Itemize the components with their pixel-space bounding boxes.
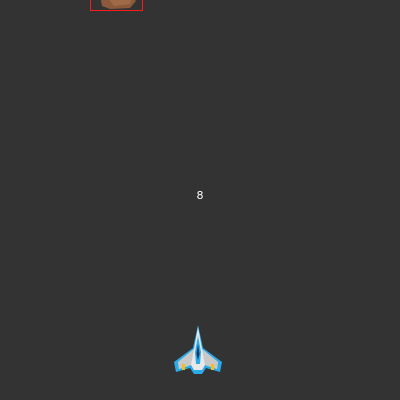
spaceship-icon <box>174 325 222 374</box>
game-canvas[interactable]: 8 <box>0 0 400 400</box>
asteroid-enemy <box>90 0 143 11</box>
score-display: 8 <box>196 189 204 202</box>
enemy-hitbox <box>90 0 143 11</box>
